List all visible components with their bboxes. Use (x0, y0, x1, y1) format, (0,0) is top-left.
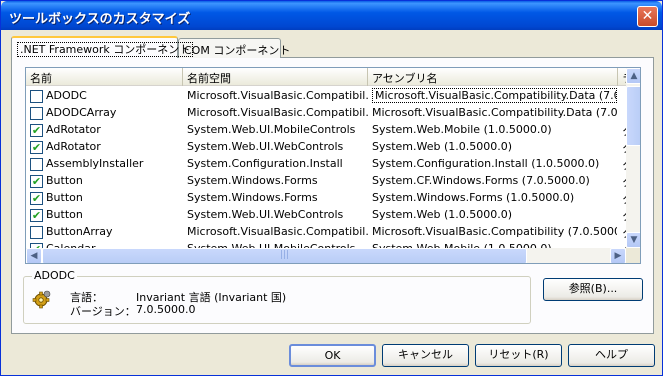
component-assembly: System.Windows.Forms (1.0.5000.0) (372, 191, 575, 204)
column-header-assembly[interactable]: アセンブリ名 (368, 68, 618, 86)
tab-com-components[interactable]: COM コンポーネント (178, 38, 290, 58)
component-name: ADODC (46, 89, 87, 102)
group-title: ADODC (32, 269, 77, 282)
component-assembly: Microsoft.VisualBasic.Compatibility.Data… (372, 106, 617, 119)
component-checkbox[interactable] (30, 90, 43, 103)
browse-button[interactable]: 参照(B)... (543, 278, 643, 301)
scroll-corner (626, 248, 640, 263)
list-item[interactable]: ✔ AdRotator System.Web.UI.MobileControls Sy… (26, 121, 628, 138)
horizontal-scroll-thumb[interactable]: ||| (42, 248, 527, 263)
help-button[interactable]: ヘルプ (568, 344, 655, 367)
component-namespace: System.Web.UI.MobileControls (187, 123, 356, 136)
component-namespace: System.Web.UI.WebControls (187, 140, 344, 153)
component-assembly: Microsoft.VisualBasic.Compatibility.Data… (372, 88, 617, 103)
component-checkbox[interactable] (30, 158, 43, 171)
component-assembly: System.Web (1.0.5000.0) (372, 208, 513, 221)
component-name: Button (46, 208, 83, 221)
component-name: Button (46, 191, 83, 204)
ok-button[interactable]: OK (289, 344, 376, 367)
component-checkbox[interactable]: ✔ (30, 141, 43, 154)
version-value: 7.0.5000.0 (136, 303, 196, 316)
component-namespace: System.Web.UI.WebControls (187, 208, 344, 221)
reset-button[interactable]: リセット(R) (475, 344, 562, 367)
list-item[interactable]: ✔ AdRotator System.Web.UI.WebControls Syste… (26, 138, 628, 155)
component-name: AssemblyInstaller (46, 157, 144, 170)
scroll-left-icon[interactable]: ◀ (26, 248, 42, 263)
customize-toolbox-dialog: ツールボックスのカスタマイズ ✕ .NET Framework コンポーネント … (0, 0, 663, 376)
title-bar[interactable]: ツールボックスのカスタマイズ ✕ (1, 1, 662, 30)
component-checkbox[interactable]: ✔ (30, 209, 43, 222)
component-checkbox[interactable] (30, 107, 43, 120)
scroll-down-icon[interactable]: ▼ (626, 232, 640, 248)
component-name: ButtonArray (46, 225, 113, 238)
component-namespace: System.Windows.Forms (187, 174, 318, 187)
list-item[interactable]: ADODC Microsoft.VisualBasic.Compatibil...… (26, 87, 626, 104)
list-item[interactable]: ADODCArray Microsoft.VisualBasic.Compatib… (26, 104, 626, 121)
tab-dotnet-components[interactable]: .NET Framework コンポーネント (11, 36, 194, 58)
close-button[interactable]: ✕ (637, 6, 658, 27)
component-assembly: System.CF.Windows.Forms (7.0.5000.0) (372, 174, 590, 187)
component-assembly: System.Web (1.0.5000.0) (372, 140, 513, 153)
horizontal-scrollbar[interactable]: ◀ ||| ▶ (26, 248, 626, 263)
list-item[interactable]: ✔ Button System.Windows.Forms System.CF.Win… (26, 172, 628, 189)
cancel-button[interactable]: キャンセル (382, 344, 469, 367)
vertical-scrollbar[interactable]: ▲ ▼ (626, 68, 640, 248)
component-assembly: System.Configuration.Install (1.0.5000.0… (372, 157, 600, 170)
list-item[interactable]: AssemblyInstaller System.Configuration.In… (26, 155, 628, 172)
component-checkbox[interactable] (30, 226, 43, 239)
component-gear-icon (32, 290, 51, 309)
component-checkbox[interactable]: ✔ (30, 192, 43, 205)
list-rows: ADODC Microsoft.VisualBasic.Compatibil...… (26, 87, 628, 257)
list-item[interactable]: ✔ Button System.Web.UI.WebControls System.W… (26, 206, 628, 223)
component-name: AdRotator (46, 140, 101, 153)
vertical-scroll-thumb[interactable] (626, 86, 640, 146)
list-item[interactable]: ButtonArray Microsoft.VisualBasic.Compati… (26, 223, 628, 240)
list-header: 名前 名前空間 アセンブリ名 ラ (26, 68, 630, 86)
column-header-namespace[interactable]: 名前空間 (183, 68, 368, 86)
scroll-up-icon[interactable]: ▲ (626, 68, 640, 84)
component-details-group: ADODC 言語： Invariant 言語 (Invariant 国) バージ… (23, 269, 531, 324)
component-namespace: Microsoft.VisualBasic.Compatibil... (187, 89, 368, 102)
component-namespace: System.Windows.Forms (187, 191, 318, 204)
component-namespace: Microsoft.VisualBasic.Compatibil... (187, 225, 368, 238)
scroll-right-icon[interactable]: ▶ (610, 248, 626, 263)
component-namespace: System.Configuration.Install (187, 157, 343, 170)
list-item[interactable]: ✔ Button System.Windows.Forms System.Window… (26, 189, 628, 206)
component-name: ADODCArray (46, 106, 117, 119)
component-checkbox[interactable]: ✔ (30, 124, 43, 137)
tab-label: .NET Framework コンポーネント (17, 42, 194, 57)
component-assembly: System.Web.Mobile (1.0.5000.0) (372, 123, 552, 136)
tab-label: COM コンポーネント (184, 44, 291, 57)
column-header-name[interactable]: 名前 (26, 68, 183, 86)
components-list[interactable]: 名前 名前空間 アセンブリ名 ラ ADODC Microsoft.VisualBa… (25, 67, 641, 264)
component-name: Button (46, 174, 83, 187)
component-assembly: Microsoft.VisualBasic.Compatibility (7.0… (372, 225, 617, 238)
component-name: AdRotator (46, 123, 101, 136)
window-title: ツールボックスのカスタマイズ (9, 12, 191, 27)
version-label: バージョン： (70, 305, 136, 318)
component-checkbox[interactable]: ✔ (30, 175, 43, 188)
component-namespace: Microsoft.VisualBasic.Compatibil... (187, 106, 368, 119)
